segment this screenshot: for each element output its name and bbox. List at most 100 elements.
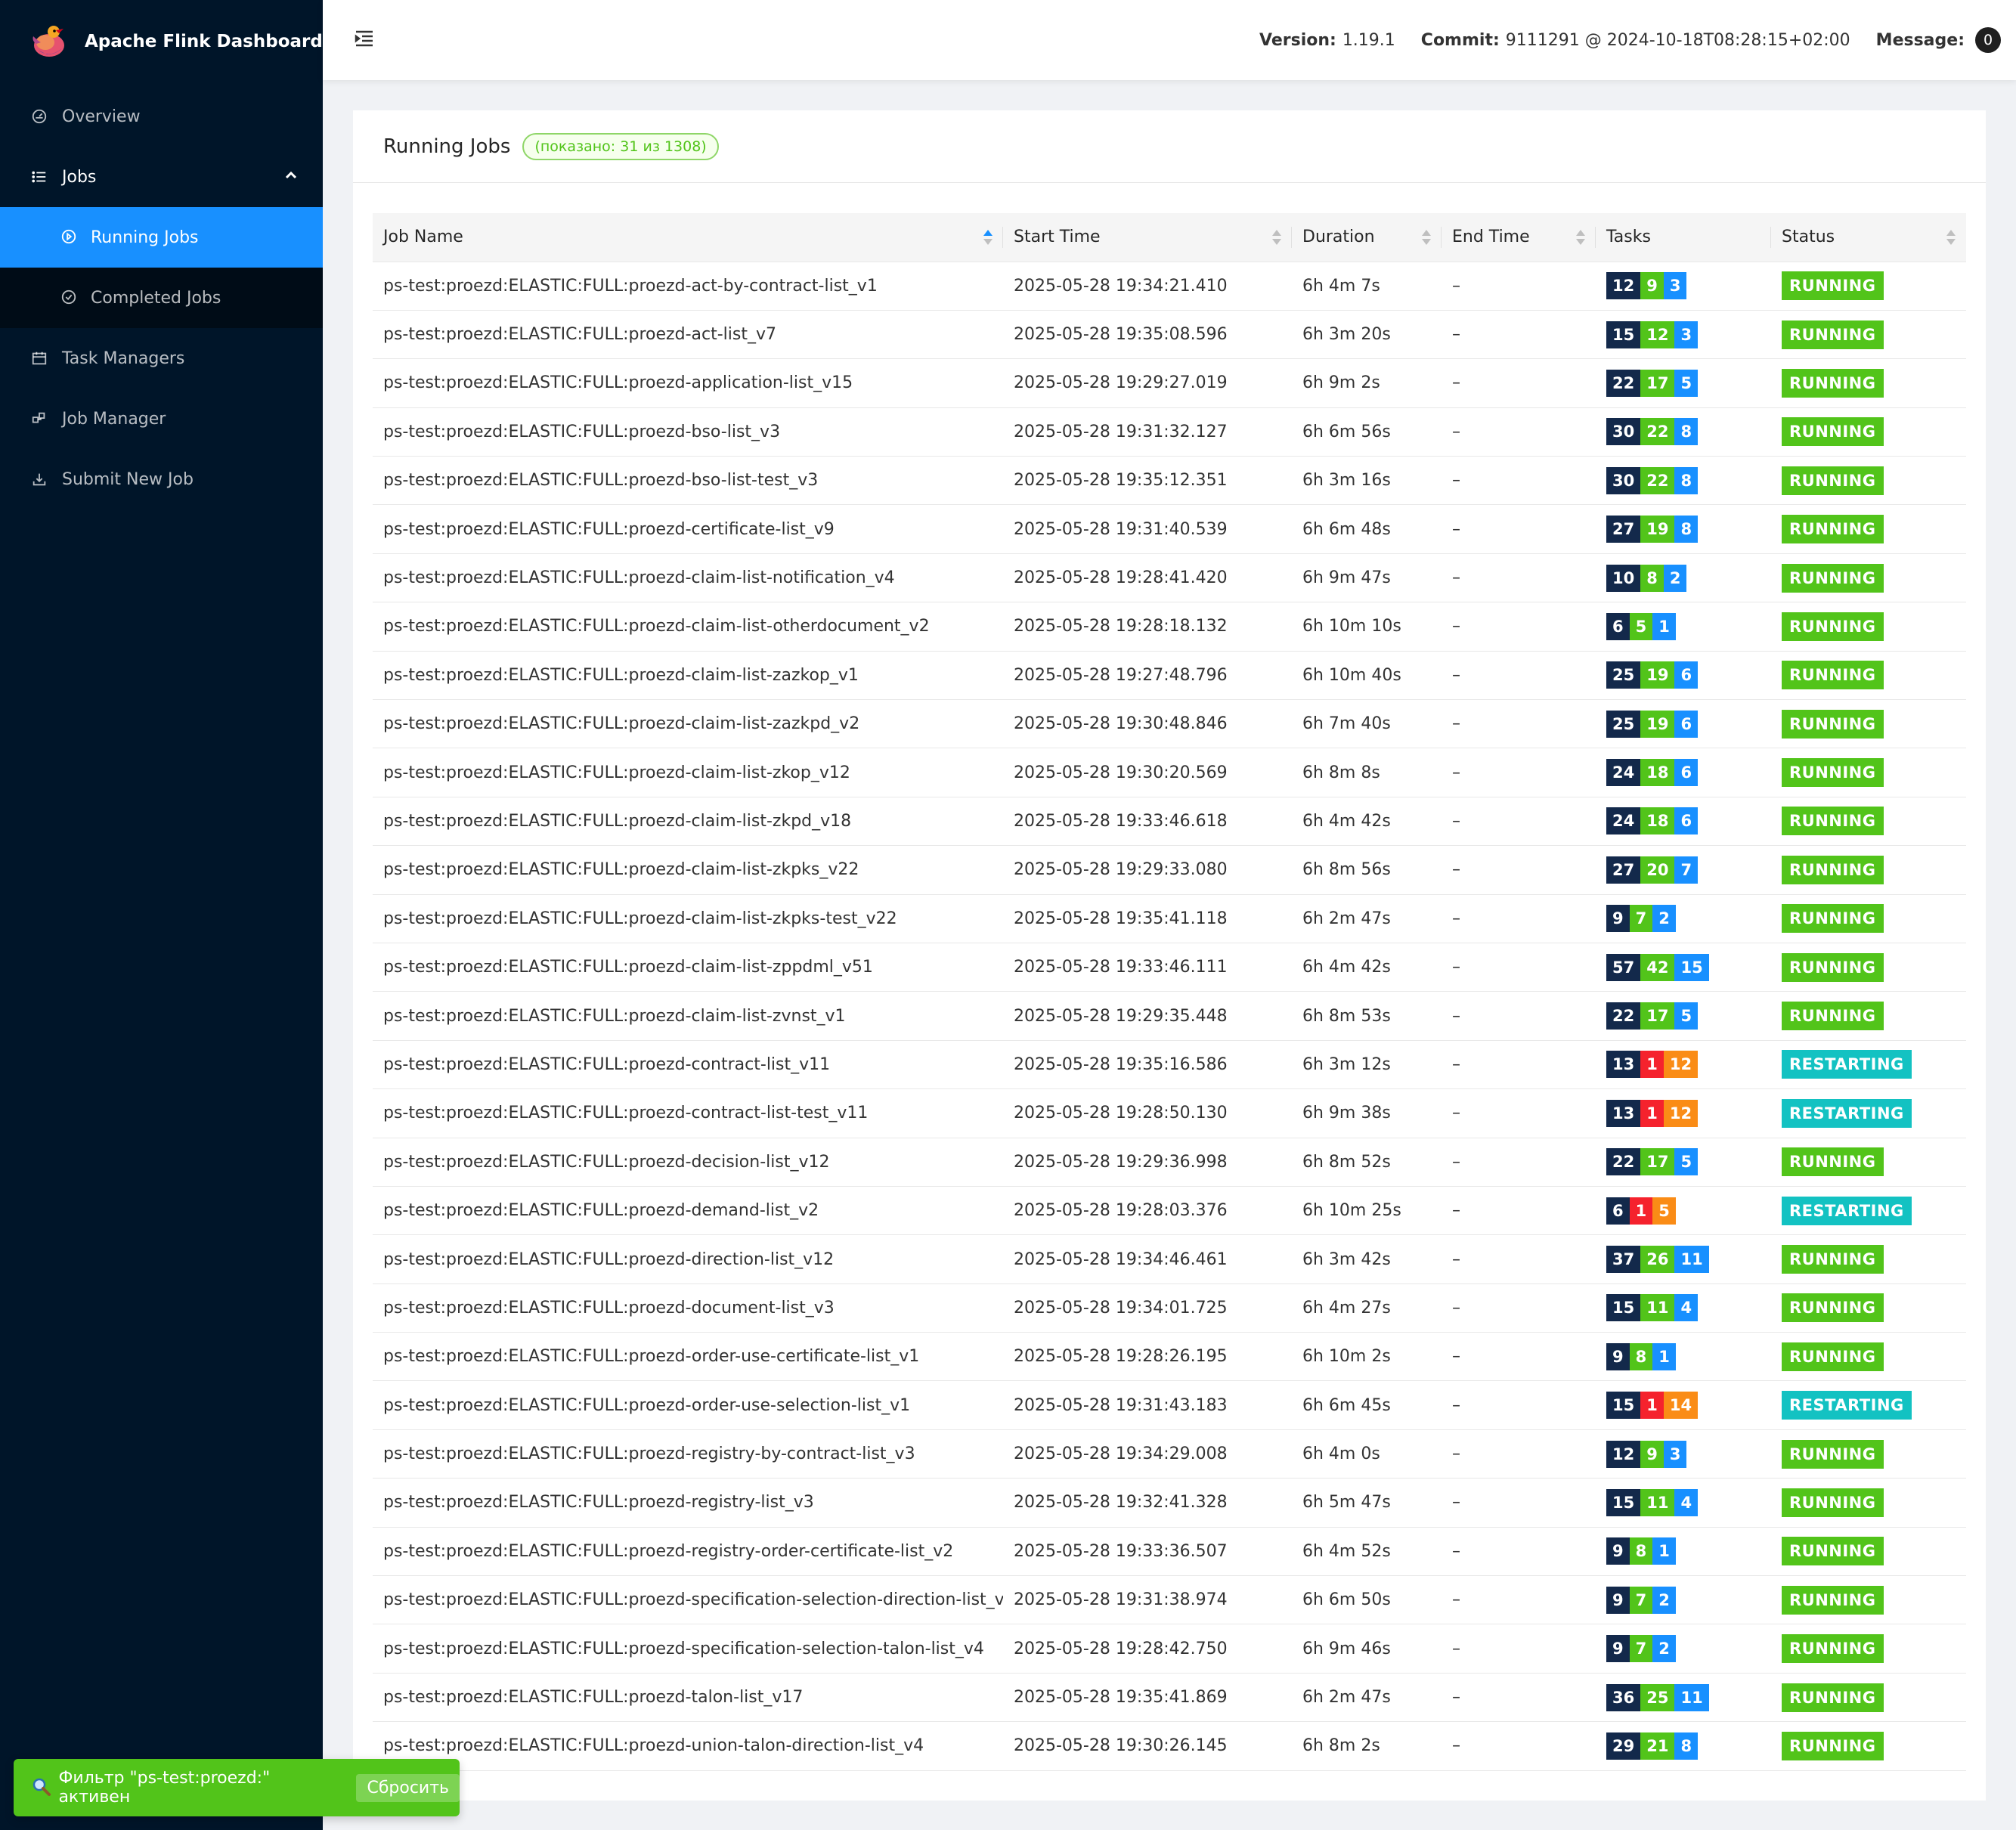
task-total: 24: [1606, 807, 1641, 835]
table-row[interactable]: ps-test:proezd:ELASTIC:FULL:proezd-bso-l…: [373, 457, 1966, 505]
duration: 6h 6m 56s: [1302, 422, 1391, 441]
job-name[interactable]: ps-test:proezd:ELASTIC:FULL:proezd-contr…: [373, 1040, 1003, 1088]
table-row[interactable]: ps-test:proezd:ELASTIC:FULL:proezd-order…: [373, 1333, 1966, 1381]
sort-icon[interactable]: [1422, 230, 1431, 246]
col-status[interactable]: Status: [1771, 213, 1966, 262]
job-name[interactable]: ps-test:proezd:ELASTIC:FULL:proezd-contr…: [373, 1089, 1003, 1138]
job-name[interactable]: ps-test:proezd:ELASTIC:FULL:proezd-docum…: [373, 1283, 1003, 1332]
duration: 6h 4m 52s: [1302, 1541, 1391, 1561]
brand[interactable]: Apache Flink Dashboard: [0, 0, 323, 83]
job-name[interactable]: ps-test:proezd:ELASTIC:FULL:proezd-bso-l…: [373, 457, 1003, 505]
nav-completed-jobs[interactable]: Completed Jobs: [0, 268, 323, 328]
table-row[interactable]: ps-test:proezd:ELASTIC:FULL:proezd-docum…: [373, 1283, 1966, 1333]
nav-submit-new-job[interactable]: Submit New Job: [0, 449, 323, 509]
table-row[interactable]: ps-test:proezd:ELASTIC:FULL:proezd-union…: [373, 1722, 1966, 1771]
table-row[interactable]: ps-test:proezd:ELASTIC:FULL:proezd-regis…: [373, 1527, 1966, 1576]
job-name[interactable]: ps-test:proezd:ELASTIC:FULL:proezd-claim…: [373, 700, 1003, 748]
table-row[interactable]: ps-test:proezd:ELASTIC:FULL:proezd-contr…: [373, 1040, 1966, 1089]
col-job-name[interactable]: Job Name: [373, 213, 1003, 262]
end-time: –: [1452, 958, 1460, 977]
col-duration[interactable]: Duration: [1292, 213, 1442, 262]
filter-toast: Фильтр "ps-test:proezd:" активен Сбросит…: [14, 1759, 460, 1816]
table-row[interactable]: ps-test:proezd:ELASTIC:FULL:proezd-regis…: [373, 1479, 1966, 1528]
menu-fold-icon[interactable]: [353, 27, 376, 50]
sort-icon[interactable]: [1946, 230, 1956, 246]
table-row[interactable]: ps-test:proezd:ELASTIC:FULL:proezd-certi…: [373, 505, 1966, 554]
task-failed: 1: [1640, 1051, 1664, 1079]
status-badge: RUNNING: [1782, 612, 1884, 641]
sort-icon[interactable]: [1576, 230, 1585, 246]
job-name[interactable]: ps-test:proezd:ELASTIC:FULL:proezd-union…: [373, 1722, 1003, 1770]
nav-running-jobs[interactable]: Running Jobs: [0, 207, 323, 268]
job-name[interactable]: ps-test:proezd:ELASTIC:FULL:proezd-claim…: [373, 797, 1003, 845]
task-total: 22: [1606, 1148, 1641, 1176]
job-name[interactable]: ps-test:proezd:ELASTIC:FULL:proezd-order…: [373, 1333, 1003, 1381]
sort-icon[interactable]: [983, 230, 993, 246]
tasks-cell: 15114: [1596, 1479, 1771, 1527]
nav-task-managers[interactable]: Task Managers: [0, 328, 323, 389]
job-name[interactable]: ps-test:proezd:ELASTIC:FULL:proezd-regis…: [373, 1479, 1003, 1527]
job-name[interactable]: ps-test:proezd:ELASTIC:FULL:proezd-act-l…: [373, 310, 1003, 358]
job-name[interactable]: ps-test:proezd:ELASTIC:FULL:proezd-claim…: [373, 553, 1003, 602]
table-row[interactable]: ps-test:proezd:ELASTIC:FULL:proezd-speci…: [373, 1576, 1966, 1624]
table-row[interactable]: ps-test:proezd:ELASTIC:FULL:proezd-claim…: [373, 894, 1966, 943]
job-name[interactable]: ps-test:proezd:ELASTIC:FULL:proezd-claim…: [373, 748, 1003, 797]
table-row[interactable]: ps-test:proezd:ELASTIC:FULL:proezd-bso-l…: [373, 407, 1966, 457]
task-total: 36: [1606, 1683, 1641, 1711]
col-start-time[interactable]: Start Time: [1003, 213, 1292, 262]
table-row[interactable]: ps-test:proezd:ELASTIC:FULL:proezd-claim…: [373, 602, 1966, 652]
job-name[interactable]: ps-test:proezd:ELASTIC:FULL:proezd-deman…: [373, 1186, 1003, 1234]
table-row[interactable]: ps-test:proezd:ELASTIC:FULL:proezd-decis…: [373, 1138, 1966, 1187]
table-row[interactable]: ps-test:proezd:ELASTIC:FULL:proezd-claim…: [373, 797, 1966, 846]
job-name[interactable]: ps-test:proezd:ELASTIC:FULL:proezd-act-b…: [373, 262, 1003, 310]
table-row[interactable]: ps-test:proezd:ELASTIC:FULL:proezd-appli…: [373, 359, 1966, 408]
duration: 6h 5m 47s: [1302, 1493, 1391, 1513]
table-row[interactable]: ps-test:proezd:ELASTIC:FULL:proezd-regis…: [373, 1429, 1966, 1479]
job-name[interactable]: ps-test:proezd:ELASTIC:FULL:proezd-talon…: [373, 1673, 1003, 1721]
job-name[interactable]: ps-test:proezd:ELASTIC:FULL:proezd-speci…: [373, 1576, 1003, 1624]
nav-jobs[interactable]: Jobs: [0, 147, 323, 207]
col-end-time[interactable]: End Time: [1442, 213, 1596, 262]
table-row[interactable]: ps-test:proezd:ELASTIC:FULL:proezd-claim…: [373, 992, 1966, 1041]
table-row[interactable]: ps-test:proezd:ELASTIC:FULL:proezd-contr…: [373, 1089, 1966, 1138]
message-info[interactable]: Message: 0: [1876, 27, 2001, 53]
job-name[interactable]: ps-test:proezd:ELASTIC:FULL:proezd-regis…: [373, 1527, 1003, 1575]
table-row[interactable]: ps-test:proezd:ELASTIC:FULL:proezd-claim…: [373, 700, 1966, 748]
nav-overview[interactable]: Overview: [0, 86, 323, 147]
table-row[interactable]: ps-test:proezd:ELASTIC:FULL:proezd-claim…: [373, 748, 1966, 797]
start-time: 2025-05-28 19:32:41.328: [1014, 1493, 1228, 1513]
job-name[interactable]: ps-test:proezd:ELASTIC:FULL:proezd-claim…: [373, 602, 1003, 651]
sort-icon[interactable]: [1272, 230, 1281, 246]
tasks-cell: 22 17 5: [1596, 992, 1771, 1040]
job-name[interactable]: ps-test:proezd:ELASTIC:FULL:proezd-claim…: [373, 651, 1003, 699]
table-row[interactable]: ps-test:proezd:ELASTIC:FULL:proezd-speci…: [373, 1624, 1966, 1674]
nav-job-manager[interactable]: Job Manager: [0, 389, 323, 449]
job-name[interactable]: ps-test:proezd:ELASTIC:FULL:proezd-regis…: [373, 1429, 1003, 1478]
table-row[interactable]: ps-test:proezd:ELASTIC:FULL:proezd-order…: [373, 1381, 1966, 1430]
table-row[interactable]: ps-test:proezd:ELASTIC:FULL:proezd-talon…: [373, 1673, 1966, 1722]
message-count-badge[interactable]: 0: [1975, 27, 2001, 53]
job-name[interactable]: ps-test:proezd:ELASTIC:FULL:proezd-certi…: [373, 505, 1003, 553]
table-row[interactable]: ps-test:proezd:ELASTIC:FULL:proezd-claim…: [373, 846, 1966, 895]
table-row[interactable]: ps-test:proezd:ELASTIC:FULL:proezd-act-l…: [373, 310, 1966, 359]
job-name[interactable]: ps-test:proezd:ELASTIC:FULL:proezd-claim…: [373, 846, 1003, 894]
task-total: 9: [1606, 905, 1630, 933]
task-other: 5: [1674, 1002, 1699, 1030]
job-name[interactable]: ps-test:proezd:ELASTIC:FULL:proezd-order…: [373, 1381, 1003, 1429]
job-name[interactable]: ps-test:proezd:ELASTIC:FULL:proezd-appli…: [373, 359, 1003, 407]
table-row[interactable]: ps-test:proezd:ELASTIC:FULL:proezd-deman…: [373, 1186, 1966, 1235]
table-row[interactable]: ps-test:proezd:ELASTIC:FULL:proezd-claim…: [373, 651, 1966, 700]
job-name[interactable]: ps-test:proezd:ELASTIC:FULL:proezd-claim…: [373, 992, 1003, 1040]
table-row[interactable]: ps-test:proezd:ELASTIC:FULL:proezd-claim…: [373, 553, 1966, 602]
job-name[interactable]: ps-test:proezd:ELASTIC:FULL:proezd-direc…: [373, 1235, 1003, 1283]
task-counts: 36 25 11: [1606, 1683, 1709, 1711]
job-name[interactable]: ps-test:proezd:ELASTIC:FULL:proezd-bso-l…: [373, 407, 1003, 456]
job-name[interactable]: ps-test:proezd:ELASTIC:FULL:proezd-claim…: [373, 894, 1003, 943]
table-row[interactable]: ps-test:proezd:ELASTIC:FULL:proezd-claim…: [373, 943, 1966, 992]
job-name[interactable]: ps-test:proezd:ELASTIC:FULL:proezd-claim…: [373, 943, 1003, 991]
job-name[interactable]: ps-test:proezd:ELASTIC:FULL:proezd-decis…: [373, 1138, 1003, 1186]
table-row[interactable]: ps-test:proezd:ELASTIC:FULL:proezd-direc…: [373, 1235, 1966, 1284]
table-row[interactable]: ps-test:proezd:ELASTIC:FULL:proezd-act-b…: [373, 262, 1966, 311]
job-name[interactable]: ps-test:proezd:ELASTIC:FULL:proezd-speci…: [373, 1624, 1003, 1673]
reset-filter-button[interactable]: Сбросить: [356, 1773, 460, 1802]
